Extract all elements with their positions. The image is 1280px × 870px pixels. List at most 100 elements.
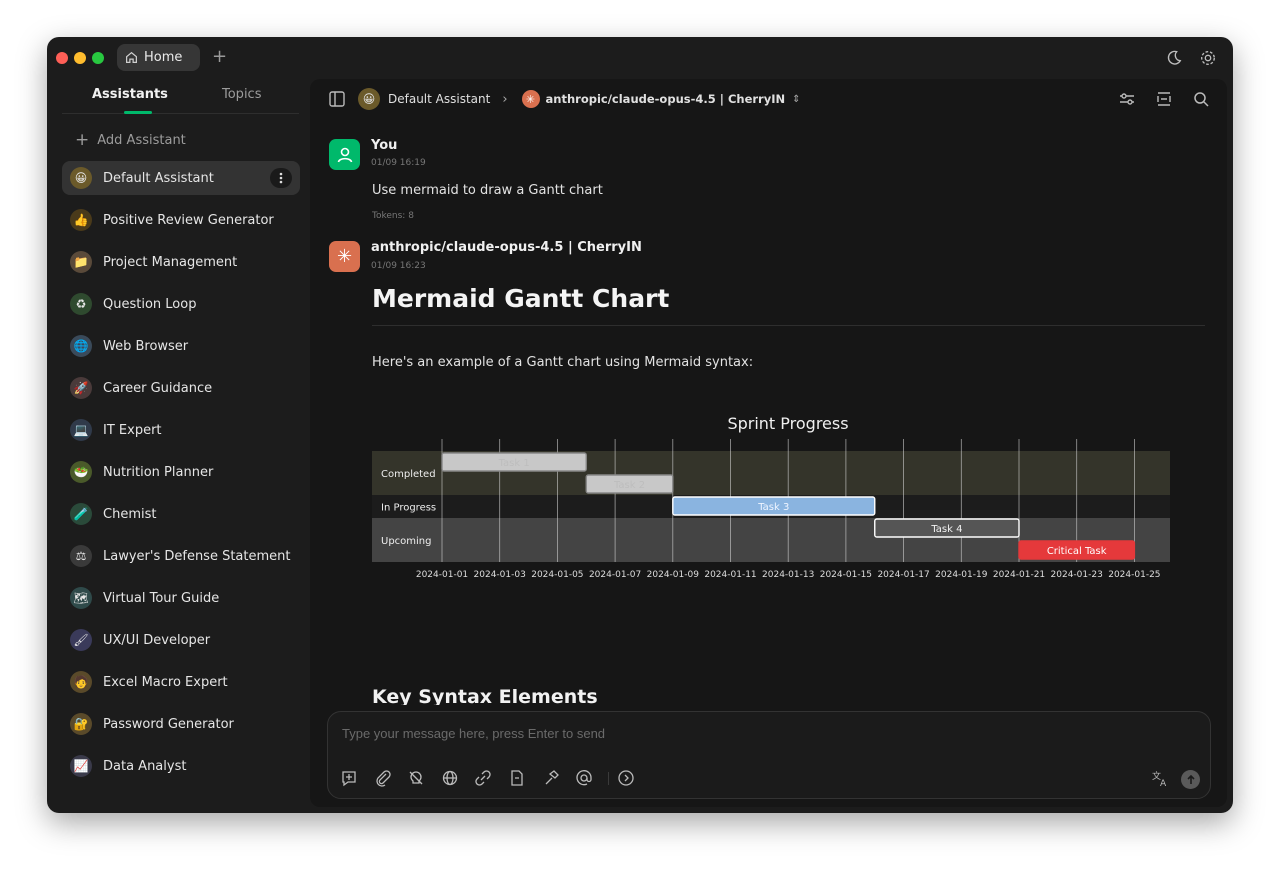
x-tick-label: 2024-01-07 xyxy=(589,570,641,579)
at-icon[interactable] xyxy=(575,769,593,787)
sidebar-item-label: Web Browser xyxy=(103,338,189,354)
globe-icon[interactable] xyxy=(441,769,459,787)
chevron-circle-icon[interactable] xyxy=(617,769,635,787)
sidebar-item-label: Question Loop xyxy=(103,296,197,312)
assistant-emoji-icon: 📁 xyxy=(70,251,92,273)
sidebar-item-assistant[interactable]: 💻 IT Expert xyxy=(62,413,300,447)
message-input[interactable] xyxy=(342,722,1142,744)
chat-topbar: 😀 Default Assistant › ✳ anthropic/claude… xyxy=(310,79,1227,119)
assistant-emoji-icon: 🧑 xyxy=(70,671,92,693)
response-intro: Here's an example of a Gantt chart using… xyxy=(372,355,754,370)
tab-home-label: Home xyxy=(144,50,183,65)
new-topic-icon[interactable] xyxy=(340,769,358,787)
assistant-emoji-icon: 📈 xyxy=(70,755,92,777)
chat-panel: 😀 Default Assistant › ✳ anthropic/claude… xyxy=(310,79,1227,807)
user-message-time: 01/09 16:19 xyxy=(371,158,426,168)
section-label: Completed xyxy=(381,469,436,480)
user-icon xyxy=(337,147,352,162)
sidebar-item-label: Data Analyst xyxy=(103,758,187,774)
assistant-name: Default Assistant xyxy=(388,92,491,106)
sidebar-item-assistant[interactable]: ♻ Question Loop xyxy=(62,287,300,321)
sidebar-item-assistant[interactable]: 📁 Project Management xyxy=(62,245,300,279)
chevron-right-icon: › xyxy=(502,91,508,107)
more-options-button[interactable] xyxy=(270,168,292,188)
sidebar-item-label: IT Expert xyxy=(103,422,162,438)
sidebar-item-label: Chemist xyxy=(103,506,157,522)
model-avatar: ✳ xyxy=(521,90,540,108)
task-label: Task 1 xyxy=(498,458,530,469)
x-tick-label: 2024-01-11 xyxy=(704,570,756,579)
chevron-updown-icon[interactable]: ⇕ xyxy=(792,94,800,105)
response-heading: Mermaid Gantt Chart xyxy=(372,284,670,313)
tab-assistants[interactable]: Assistants xyxy=(92,87,168,102)
gear-icon[interactable] xyxy=(1199,49,1217,67)
hammer-icon[interactable] xyxy=(542,769,560,787)
tab-home[interactable]: Home xyxy=(117,44,200,71)
x-tick-label: 2024-01-21 xyxy=(993,570,1045,579)
link-icon[interactable] xyxy=(474,769,492,787)
sidebar-item-label: Career Guidance xyxy=(103,380,213,396)
assistant-emoji-icon: 🔐 xyxy=(70,713,92,735)
assistant-emoji-icon: 💻 xyxy=(70,419,92,441)
translate-icon[interactable]: 文A xyxy=(1151,769,1169,787)
assistant-emoji-icon: 🥗 xyxy=(70,461,92,483)
assistant-message-time: 01/09 16:23 xyxy=(371,261,426,271)
sidebar-item-assistant[interactable]: 🥗 Nutrition Planner xyxy=(62,455,300,489)
assistant-emoji-icon: ⚖ xyxy=(70,545,92,567)
new-tab-button[interactable]: + xyxy=(212,48,227,66)
moon-icon[interactable] xyxy=(1165,49,1183,67)
lightbulb-off-icon[interactable] xyxy=(407,769,425,787)
file-icon[interactable] xyxy=(508,769,526,787)
maximize-window-button[interactable] xyxy=(92,52,104,64)
x-tick-label: 2024-01-25 xyxy=(1108,570,1160,579)
sidebar-item-assistant[interactable]: 🗺 Virtual Tour Guide xyxy=(62,581,300,615)
sidebar-toggle-icon[interactable] xyxy=(328,90,346,108)
sidebar-item-label: Positive Review Generator xyxy=(103,212,274,228)
assistant-message-name: anthropic/claude-opus-4.5 | CherryIN xyxy=(371,240,642,255)
expand-icon[interactable] xyxy=(1155,90,1173,108)
user-message-text: Use mermaid to draw a Gantt chart xyxy=(372,183,603,198)
sidebar-item-assistant[interactable]: 😀 Default Assistant xyxy=(62,161,300,195)
task-label: Critical Task xyxy=(1047,546,1107,557)
response-heading-2: Key Syntax Elements xyxy=(372,686,598,705)
model-selector-label[interactable]: anthropic/claude-opus-4.5 | CherryIN xyxy=(546,92,786,106)
x-tick-label: 2024-01-01 xyxy=(416,570,468,579)
minimize-window-button[interactable] xyxy=(74,52,86,64)
close-window-button[interactable] xyxy=(56,52,68,64)
sidebar-item-assistant[interactable]: 🚀 Career Guidance xyxy=(62,371,300,405)
sidebar-item-label: Project Management xyxy=(103,254,238,270)
sidebar-item-assistant[interactable]: 🧪 Chemist xyxy=(62,497,300,531)
gantt-chart: Sprint Progress Completed In Progress Upcom… xyxy=(372,414,1170,579)
assistant-emoji-icon: ♻ xyxy=(70,293,92,315)
section-label: In Progress xyxy=(381,503,436,514)
sidebar-item-assistant[interactable]: 👍 Positive Review Generator xyxy=(62,203,300,237)
sidebar-item-assistant[interactable]: 🌐 Web Browser xyxy=(62,329,300,363)
home-icon xyxy=(126,51,137,63)
message-list: You 01/09 16:19 Use mermaid to draw a Ga… xyxy=(310,119,1227,705)
sidebar-item-label: Default Assistant xyxy=(103,170,214,186)
active-tab-indicator xyxy=(124,111,152,114)
sidebar-item-label: Password Generator xyxy=(103,716,234,732)
titlebar: Home + xyxy=(47,37,1233,77)
sidebar-item-assistant[interactable]: 📈 Data Analyst xyxy=(62,749,300,783)
sidebar-item-label: Excel Macro Expert xyxy=(103,674,228,690)
sidebar-item-assistant[interactable]: ⚖ Lawyer's Defense Statement xyxy=(62,539,300,573)
sidebar-item-assistant[interactable]: 🔐 Password Generator xyxy=(62,707,300,741)
sidebar-item-assistant[interactable]: 🧑 Excel Macro Expert xyxy=(62,665,300,699)
sidebar-item-assistant[interactable]: 🖌 UX/UI Developer xyxy=(62,623,300,657)
assistant-emoji-icon: 🖌 xyxy=(70,629,92,651)
assistant-breadcrumb[interactable]: 😀 Default Assistant › ✳ anthropic/claude… xyxy=(358,88,801,110)
task-label: Task 3 xyxy=(757,502,789,513)
assistant-emoji-icon: 🗺 xyxy=(70,587,92,609)
assistant-emoji-icon: 👍 xyxy=(70,209,92,231)
assistant-emoji-icon: 🧪 xyxy=(70,503,92,525)
send-button[interactable] xyxy=(1181,770,1200,789)
add-assistant-button[interactable]: + Add Assistant xyxy=(75,130,186,150)
tab-topics[interactable]: Topics xyxy=(222,87,261,102)
paperclip-icon[interactable] xyxy=(374,769,392,787)
sidebar-item-label: Lawyer's Defense Statement xyxy=(103,548,291,564)
settings-sliders-icon[interactable] xyxy=(1118,90,1136,108)
task-label: Task 2 xyxy=(613,480,645,491)
search-icon[interactable] xyxy=(1192,90,1210,108)
task-label: Task 4 xyxy=(930,524,962,535)
